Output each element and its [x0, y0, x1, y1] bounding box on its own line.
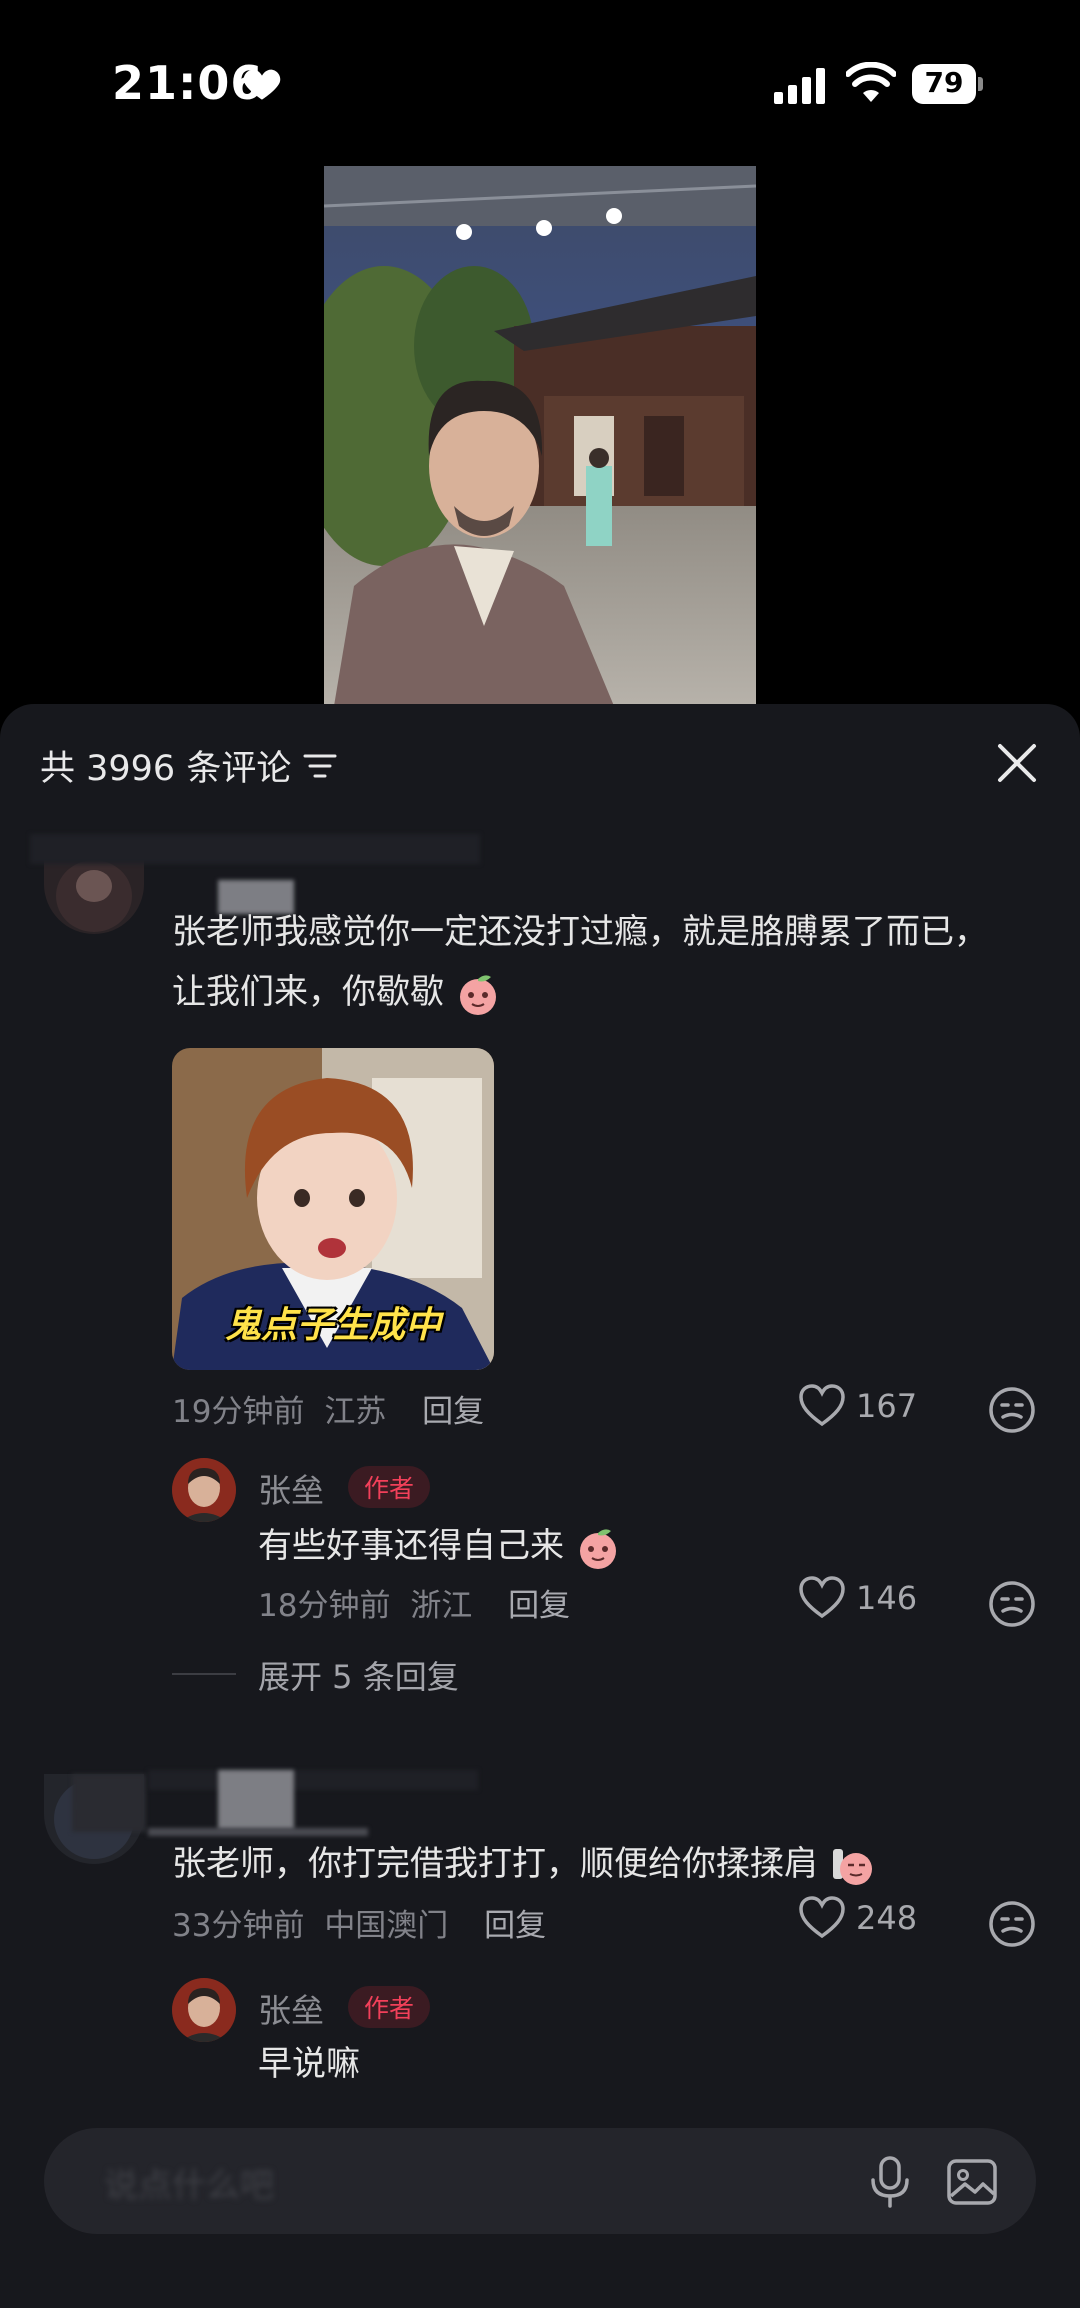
reply-meta: 18分钟前 浙江 回复 — [258, 1588, 571, 1624]
massage-emoji-icon — [832, 1848, 872, 1885]
cellular-signal-icon — [774, 68, 825, 104]
author-name[interactable]: 张垒 — [258, 1984, 324, 2032]
emoji-reaction-icon[interactable] — [988, 1900, 1036, 1948]
like-button[interactable]: 248 — [798, 1896, 917, 1940]
redacted-username — [72, 1774, 146, 1832]
wifi-icon — [846, 62, 896, 102]
status-time: 21:06 — [112, 56, 264, 110]
video-frame-image — [324, 166, 756, 706]
comment-text[interactable]: 张老师我感觉你一定还没打过瘾，就是胳膊累了而已，让我们来，你歇歇 — [172, 902, 1012, 1022]
peach-emoji-icon — [579, 1528, 616, 1569]
heart-outline-icon — [799, 1384, 845, 1427]
meme-caption: 鬼点子生成中 — [224, 1305, 441, 1346]
like-count: 146 — [856, 1579, 918, 1617]
author-avatar[interactable] — [172, 1458, 236, 1522]
redacted-username — [148, 1770, 478, 1790]
author-badge: 作者 — [348, 1466, 431, 1508]
reply-button[interactable]: 回复 — [508, 1588, 570, 1624]
sort-filter-icon[interactable] — [303, 752, 337, 780]
like-count: 248 — [856, 1899, 918, 1937]
battery-indicator: 79 — [912, 64, 984, 104]
comments-sheet: 共 3996 条评论 张老师我感觉你一定还没打过瘾，就是胳膊累了而已，让我们来，… — [0, 704, 1080, 2308]
battery-level: 79 — [924, 66, 964, 99]
redacted-username — [218, 1770, 294, 1830]
like-button[interactable]: 146 — [798, 1576, 917, 1620]
image-icon[interactable] — [944, 2154, 1000, 2210]
emoji-reaction-icon[interactable] — [988, 1386, 1036, 1434]
peach-emoji-icon — [459, 974, 496, 1015]
video-player[interactable] — [324, 166, 756, 706]
avatar[interactable] — [44, 856, 144, 934]
microphone-icon[interactable] — [860, 2152, 920, 2212]
author-avatar[interactable] — [172, 1978, 236, 2042]
comment-meta: 19分钟前 江苏 回复 — [172, 1394, 485, 1430]
meme-image[interactable]: 鬼点子生成中 — [172, 1048, 494, 1370]
author-name[interactable]: 张垒 — [258, 1464, 324, 1512]
like-count: 167 — [856, 1387, 918, 1425]
divider — [172, 1673, 236, 1675]
comment-count-title: 共 3996 条评论 — [40, 749, 292, 789]
author-badge: 作者 — [348, 1986, 431, 2028]
like-button[interactable]: 167 — [798, 1384, 917, 1428]
emoji-reaction-icon[interactable] — [988, 1580, 1036, 1628]
comment-input[interactable]: 说点什么吧 — [44, 2128, 1036, 2234]
comments-header: 共 3996 条评论 — [40, 740, 337, 791]
comment-input-bar: 说点什么吧 — [0, 2100, 1080, 2308]
input-placeholder: 说点什么吧 — [104, 2166, 274, 2206]
comment-meta: 33分钟前 中国澳门 回复 — [172, 1908, 547, 1944]
comment-text[interactable]: 张老师，你打完借我打打，顺便给你揉揉肩 — [172, 1834, 1012, 1894]
redacted-username — [30, 834, 480, 864]
close-icon[interactable] — [996, 742, 1038, 784]
reply-button[interactable]: 回复 — [484, 1908, 546, 1944]
reply-text[interactable]: 早说嘛 — [258, 2034, 360, 2094]
status-bar: 21:06 79 — [0, 0, 1080, 170]
reply-button[interactable]: 回复 — [422, 1394, 484, 1430]
heart-outline-icon — [799, 1896, 845, 1939]
reply-text[interactable]: 有些好事还得自己来 — [258, 1516, 621, 1576]
heart-icon — [243, 69, 281, 100]
expand-replies-button[interactable]: 展开 5 条回复 — [258, 1652, 459, 1698]
heart-outline-icon — [799, 1576, 845, 1619]
